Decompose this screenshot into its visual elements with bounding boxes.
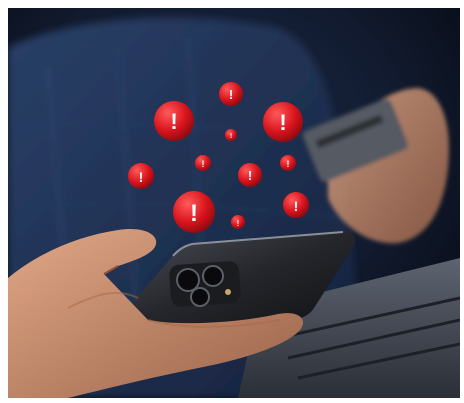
photo-frame: ! ! ! ! ! ! ! ! ! ! ! [8,8,460,398]
svg-text:!: ! [229,87,233,102]
alert-icon: ! [231,215,245,229]
svg-text:!: ! [202,159,205,169]
svg-text:!: ! [190,200,198,227]
alert-icon: ! [219,82,243,106]
alert-icon: ! [195,155,211,171]
svg-text:!: ! [248,168,252,183]
alert-icon: ! [154,101,194,141]
svg-text:!: ! [139,169,144,185]
alert-icon: ! [238,163,262,187]
svg-text:!: ! [287,159,290,169]
alert-icon: ! [283,192,309,218]
alert-icon: ! [280,155,296,171]
scene-illustration: ! ! ! ! ! ! ! ! ! ! ! [8,8,460,398]
svg-text:!: ! [237,219,240,228]
svg-text:!: ! [230,133,232,140]
alert-icon: ! [263,102,303,142]
svg-text:!: ! [294,198,299,214]
svg-text:!: ! [279,110,286,135]
alert-icon: ! [173,191,215,233]
alert-icon: ! [225,129,237,141]
camera-module [169,261,241,307]
alert-icon: ! [128,163,154,189]
svg-text:!: ! [170,109,177,134]
